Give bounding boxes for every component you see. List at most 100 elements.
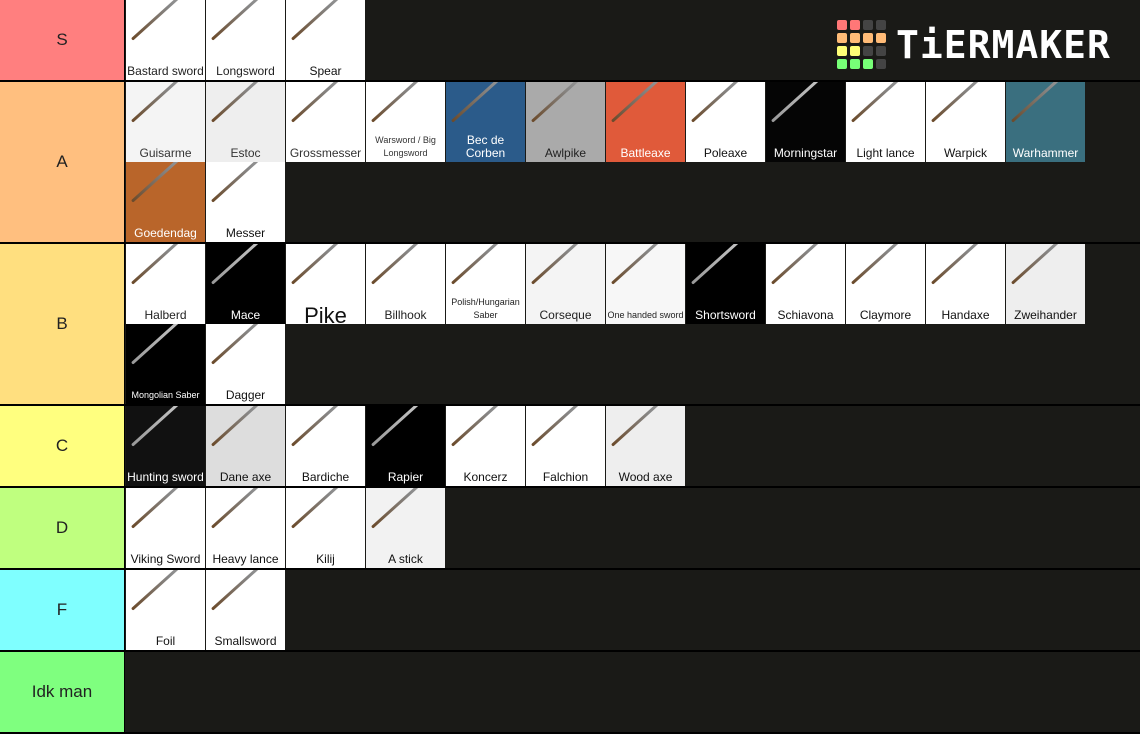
- tier-label[interactable]: C: [0, 406, 125, 486]
- tier-item[interactable]: Dagger: [206, 324, 285, 404]
- tier-item[interactable]: Warpick: [926, 82, 1005, 162]
- weapon-image: [530, 244, 605, 285]
- tier-label[interactable]: D: [0, 488, 125, 568]
- tier-item[interactable]: A stick: [366, 488, 445, 568]
- weapon-image: [1010, 244, 1085, 285]
- weapon-image: [770, 244, 845, 285]
- tier-item-label: Pike: [304, 303, 347, 325]
- weapon-image: [210, 162, 285, 203]
- tier-item-label: Bardiche: [301, 470, 350, 484]
- tier-label[interactable]: A: [0, 82, 125, 242]
- tier-item[interactable]: Handaxe: [926, 244, 1005, 324]
- tier-item[interactable]: Warsword / Big Longsword: [366, 82, 445, 162]
- tier-label[interactable]: F: [0, 570, 125, 650]
- weapon-image: [210, 244, 285, 285]
- tier-item[interactable]: Schiavona: [766, 244, 845, 324]
- tier-item[interactable]: Polish/Hungarian Saber: [446, 244, 525, 324]
- tier-item[interactable]: Guisarme: [126, 82, 205, 162]
- weapon-image: [290, 406, 365, 447]
- tier-label[interactable]: B: [0, 244, 125, 404]
- tier-item-label: Koncerz: [463, 470, 508, 484]
- tier-item[interactable]: Light lance: [846, 82, 925, 162]
- tier-item[interactable]: Spear: [286, 0, 365, 80]
- tier-item-label: Handaxe: [941, 308, 990, 322]
- logo-square: [876, 46, 886, 56]
- tier-item[interactable]: Viking Sword: [126, 488, 205, 568]
- tier-item[interactable]: Foil: [126, 570, 205, 650]
- tier-item[interactable]: Wood axe: [606, 406, 685, 486]
- tier-item[interactable]: Kilij: [286, 488, 365, 568]
- tier-items: Foil Smallsword: [125, 570, 1140, 650]
- tier-label[interactable]: Idk man: [0, 652, 125, 732]
- tier-items: Guisarme Estoc Grossmesser Warsword / Big L…: [125, 82, 1140, 242]
- weapon-image: [130, 324, 205, 365]
- tier-item[interactable]: Claymore: [846, 244, 925, 324]
- tier-item[interactable]: Mongolian Saber: [126, 324, 205, 404]
- tier-item-label: Bastard sword: [127, 64, 204, 78]
- tier-item[interactable]: Pike: [286, 244, 365, 324]
- tier-item-label: Kilij: [316, 552, 335, 566]
- weapon-image: [850, 244, 925, 285]
- weapon-image: [370, 244, 445, 285]
- tier-item[interactable]: Billhook: [366, 244, 445, 324]
- weapon-image: [290, 488, 365, 529]
- tier-item[interactable]: Koncerz: [446, 406, 525, 486]
- tier-row: A Guisarme Estoc Grossmesser Warsword / Big …: [0, 82, 1140, 244]
- tier-item-label: Poleaxe: [703, 146, 748, 160]
- tier-item[interactable]: Warhammer: [1006, 82, 1085, 162]
- tier-item[interactable]: Hunting sword: [126, 406, 205, 486]
- tier-item[interactable]: Rapier: [366, 406, 445, 486]
- tier-item[interactable]: Corseque: [526, 244, 605, 324]
- tier-list-board: S Bastard sword Longsword Spear A Guisarme Est…: [0, 0, 1140, 734]
- tier-item-label: Rapier: [387, 470, 424, 484]
- tier-item[interactable]: Battleaxe: [606, 82, 685, 162]
- weapon-image: [850, 82, 925, 123]
- weapon-image: [290, 0, 365, 41]
- tier-label[interactable]: S: [0, 0, 125, 80]
- tier-item-label: Bec de Corben: [465, 133, 506, 160]
- tier-item[interactable]: Grossmesser: [286, 82, 365, 162]
- weapon-image: [130, 570, 205, 611]
- tier-item[interactable]: Shortsword: [686, 244, 765, 324]
- logo-square: [837, 59, 847, 69]
- tier-item[interactable]: Goedendag: [126, 162, 205, 242]
- tier-item[interactable]: Longsword: [206, 0, 285, 80]
- tier-item-label: Zweihander: [1014, 308, 1077, 322]
- tier-item[interactable]: Bardiche: [286, 406, 365, 486]
- tier-item[interactable]: Morningstar: [766, 82, 845, 162]
- tier-item[interactable]: Messer: [206, 162, 285, 242]
- tier-item[interactable]: Estoc: [206, 82, 285, 162]
- tier-item[interactable]: Bastard sword: [126, 0, 205, 80]
- tier-item-label: Billhook: [384, 308, 427, 322]
- tier-item[interactable]: Dane axe: [206, 406, 285, 486]
- tier-item[interactable]: Halberd: [126, 244, 205, 324]
- logo-square: [850, 33, 860, 43]
- tier-item-label: Corseque: [539, 308, 592, 322]
- weapon-image: [210, 406, 285, 447]
- tier-item[interactable]: Smallsword: [206, 570, 285, 650]
- tier-row: F Foil Smallsword: [0, 570, 1140, 652]
- tier-item-label: Guisarme: [139, 146, 192, 160]
- tiermaker-logo: TiERMAKER: [837, 20, 1111, 69]
- tier-row: C Hunting sword Dane axe Bardiche Rapier Konc…: [0, 406, 1140, 488]
- weapon-image: [690, 244, 765, 285]
- weapon-image: [610, 244, 685, 285]
- tier-item-label: Schiavona: [777, 308, 834, 322]
- logo-square: [837, 46, 847, 56]
- logo-square: [863, 20, 873, 30]
- logo-square: [850, 20, 860, 30]
- logo-square: [850, 59, 860, 69]
- tier-item-label: Warpick: [944, 146, 987, 160]
- weapon-image: [930, 82, 1005, 123]
- tier-item[interactable]: Mace: [206, 244, 285, 324]
- tier-item[interactable]: Poleaxe: [686, 82, 765, 162]
- tier-item[interactable]: Falchion: [526, 406, 605, 486]
- tier-item-label: Messer: [225, 226, 266, 240]
- tier-item[interactable]: Heavy lance: [206, 488, 285, 568]
- tier-item[interactable]: One handed sword: [606, 244, 685, 324]
- tier-item[interactable]: Zweihander: [1006, 244, 1085, 324]
- tier-item[interactable]: Awlpike: [526, 82, 605, 162]
- tier-item[interactable]: Bec de Corben: [446, 82, 525, 162]
- weapon-image: [530, 406, 605, 447]
- tier-item-label: Awlpike: [544, 146, 587, 160]
